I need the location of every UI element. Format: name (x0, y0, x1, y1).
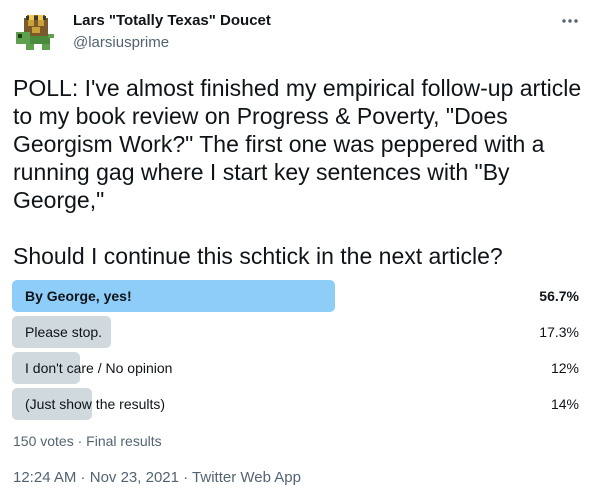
poll-option-percent: 12% (550, 360, 579, 376)
poll-option-percent: 56.7% (539, 288, 579, 304)
avatar[interactable] (12, 6, 60, 54)
poll-option-label: I don't care / No opinion (25, 360, 173, 376)
tweet-paragraph: POLL: I've almost finished my empirical … (13, 75, 582, 213)
tweet-card: Lars "Totally Texas" Doucet @larsiusprim… (0, 0, 594, 504)
poll-option: Please stop. 17.3% (12, 316, 582, 348)
meta-separator: · (178, 469, 193, 486)
meta-separator: · (76, 469, 90, 486)
poll-option-label: By George, yes! (25, 288, 132, 304)
poll-option: I don't care / No opinion 12% (12, 352, 582, 384)
author-handle[interactable]: @larsiusprime (73, 34, 169, 51)
tweet-time[interactable]: 12:24 AM (13, 469, 76, 486)
tweet-meta: 12:24 AM · Nov 23, 2021 · Twitter Web Ap… (13, 469, 301, 486)
poll-summary: 150 votes · Final results (13, 433, 162, 449)
poll-option: By George, yes! 56.7% (12, 280, 582, 312)
poll-option: (Just show the results) 14% (12, 388, 582, 420)
poll-option-percent: 17.3% (539, 324, 579, 340)
more-options-icon[interactable] (560, 14, 580, 26)
poll-option-label: (Just show the results) (25, 396, 166, 412)
tweet-question: Should I continue this schtick in the ne… (13, 243, 503, 269)
tweet-text: POLL: I've almost finished my empirical … (13, 74, 583, 270)
tweet-source[interactable]: Twitter Web App (192, 469, 301, 486)
pixel-turtle-avatar-icon (12, 6, 60, 54)
author-name[interactable]: Lars "Totally Texas" Doucet (73, 12, 271, 29)
poll-option-percent: 14% (550, 396, 579, 412)
poll-option-label: Please stop. (25, 324, 103, 340)
tweet-date[interactable]: Nov 23, 2021 (90, 469, 179, 486)
